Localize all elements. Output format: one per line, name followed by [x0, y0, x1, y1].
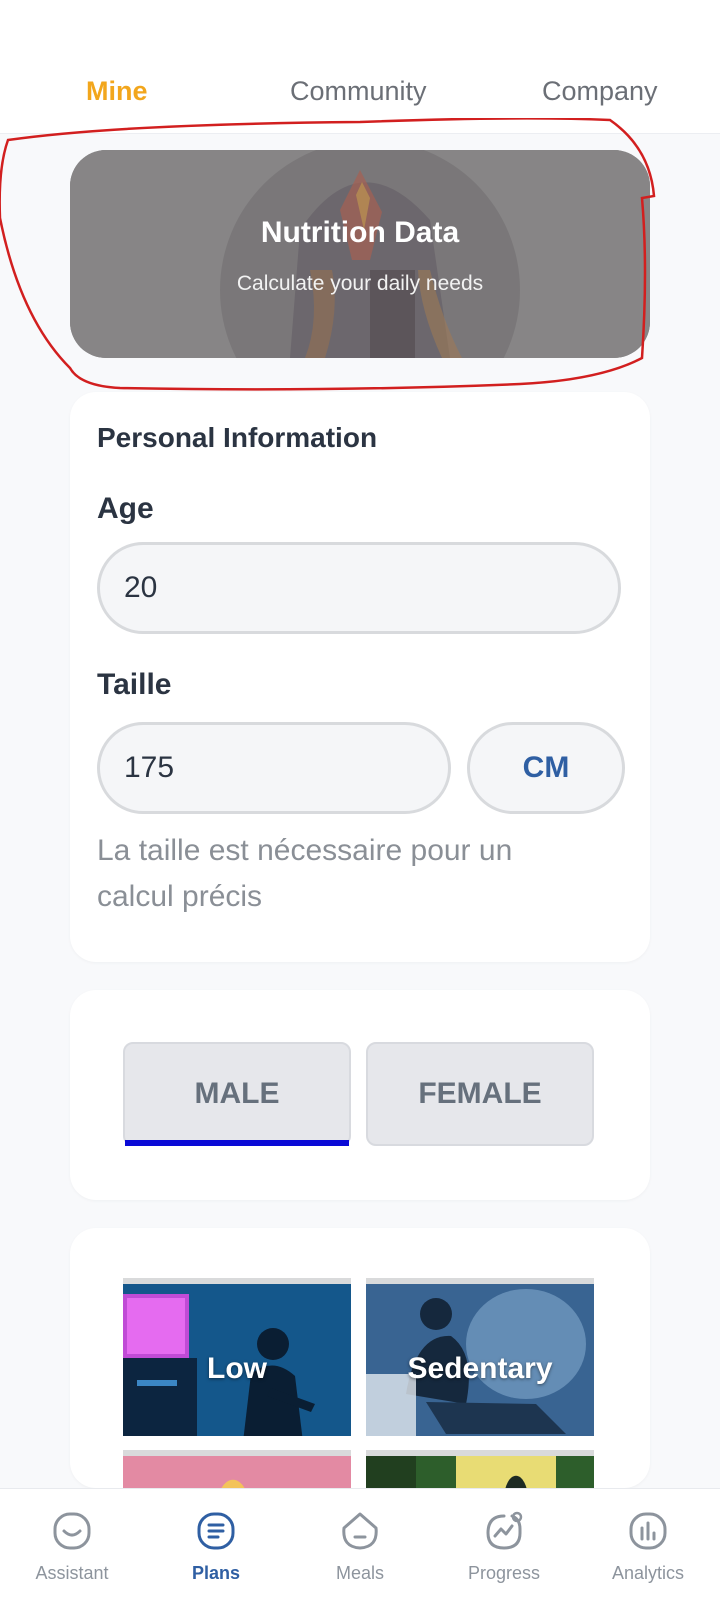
- nav-plans[interactable]: Plans: [144, 1489, 288, 1600]
- height-unit-button[interactable]: CM: [467, 722, 625, 814]
- activity-tile-3[interactable]: [123, 1450, 351, 1488]
- assistant-face-icon: [53, 1512, 91, 1550]
- tab-community[interactable]: Community: [290, 76, 427, 107]
- activity-tile-low[interactable]: Low: [123, 1278, 351, 1436]
- nutrition-data-banner[interactable]: Nutrition Data Calculate your daily need…: [70, 150, 650, 358]
- analytics-bars-icon: [629, 1512, 667, 1550]
- banner-subtitle: Calculate your daily needs: [236, 272, 484, 295]
- height-label: Taille: [97, 668, 172, 701]
- tab-company[interactable]: Company: [542, 76, 658, 107]
- tab-mine[interactable]: Mine: [86, 76, 148, 107]
- section-title: Personal Information: [97, 422, 378, 453]
- sunset-illustration: [123, 1456, 351, 1488]
- height-input[interactable]: 175: [97, 722, 451, 814]
- male-button[interactable]: MALE: [123, 1042, 351, 1146]
- personal-information-card: Personal Information Age 20 Taille 175 C…: [70, 392, 650, 962]
- nav-label-assistant: Assistant: [35, 1563, 109, 1583]
- selected-gender-indicator: [125, 1140, 349, 1146]
- height-hint-text: La taille est nécessaire pour un calcul …: [97, 834, 513, 913]
- bottom-navigation: Assistant Plans Meals Progress Analytics: [0, 1488, 720, 1600]
- activity-label-sedentary: Sedentary: [407, 1352, 553, 1385]
- plans-list-icon: [197, 1512, 235, 1550]
- female-button[interactable]: FEMALE: [366, 1042, 594, 1146]
- nav-label-plans: Plans: [191, 1563, 241, 1583]
- gender-card: MALE FEMALE: [70, 990, 650, 1200]
- nav-analytics[interactable]: Analytics: [576, 1489, 720, 1600]
- activity-level-card: Low Sedentary: [70, 1228, 650, 1488]
- activity-tile-sedentary[interactable]: Sedentary: [366, 1278, 594, 1436]
- top-tab-bar: Mine Community Company: [0, 0, 720, 134]
- progress-chart-icon: [486, 1511, 523, 1550]
- nav-label-progress: Progress: [467, 1563, 541, 1583]
- nav-progress[interactable]: Progress: [432, 1489, 576, 1600]
- nav-label-meals: Meals: [335, 1563, 384, 1583]
- meals-icon: [342, 1512, 378, 1550]
- forest-illustration: [366, 1456, 594, 1488]
- age-input[interactable]: 20: [97, 542, 621, 634]
- activity-label-low: Low: [207, 1352, 267, 1385]
- nav-label-analytics: Analytics: [611, 1563, 685, 1583]
- nav-meals[interactable]: Meals: [288, 1489, 432, 1600]
- nav-assistant[interactable]: Assistant: [0, 1489, 144, 1600]
- activity-tile-4[interactable]: [366, 1450, 594, 1488]
- age-label: Age: [97, 492, 154, 525]
- banner-title: Nutrition Data: [260, 216, 460, 249]
